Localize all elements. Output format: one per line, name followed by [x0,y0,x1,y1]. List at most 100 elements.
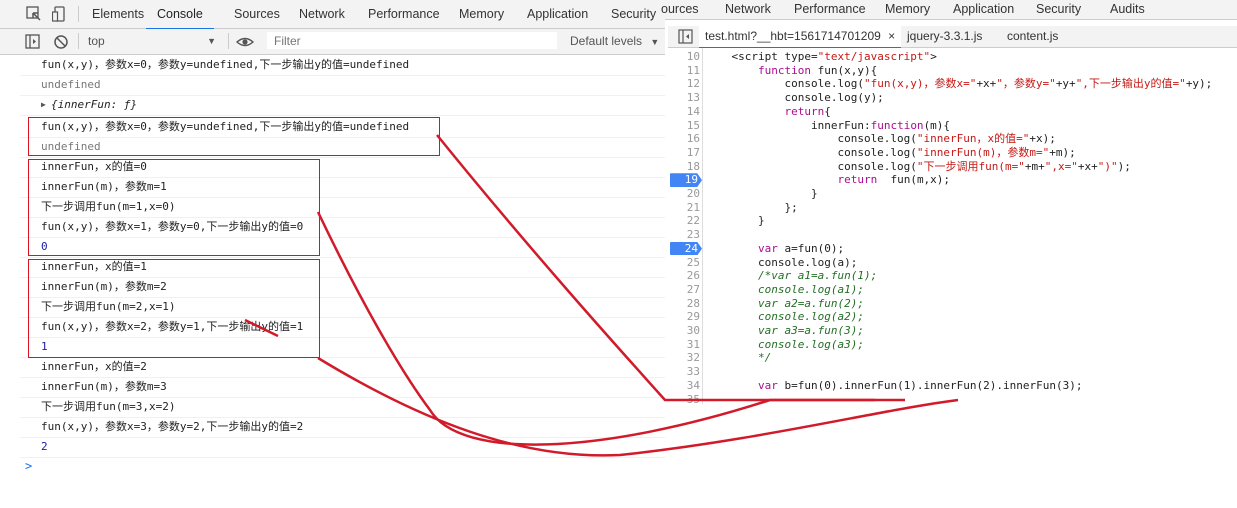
code-line: function fun(x,y){ [757,63,878,77]
code-line: console.log("fun(x,y)，参数x="+x+"，参数y="+y+… [705,77,1213,91]
tab-network[interactable]: Network [299,0,345,28]
code-line: /*var a1=a.fun(1); [705,269,878,283]
tab-audits[interactable]: Audits [1110,0,1145,19]
line-number[interactable]: 21 [670,201,700,215]
annotation-box [28,259,320,358]
code-line: return{ [784,104,831,118]
console-object-line[interactable]: ▶ {innerFun: ƒ} [20,95,665,116]
annotation-box [28,117,440,156]
line-number[interactable]: 25 [670,256,700,270]
line-number[interactable]: 32 [670,351,700,365]
divider [228,33,229,49]
code-line: var a2=a.fun(2); [705,296,864,310]
devtools-tabbar-right: ources Network Performance Memory Applic… [661,0,1237,20]
inspect-element-icon[interactable] [26,6,42,22]
devtools-tabbar: Elements Console Sources Network Perform… [0,0,665,30]
divider [78,6,79,22]
line-number[interactable]: 10 [670,50,700,64]
code-line: }; [705,200,798,214]
code-line: console.log(y); [705,91,884,105]
line-number[interactable]: 31 [670,338,700,352]
line-number[interactable]: 12 [670,77,700,91]
tab-application[interactable]: Application [527,0,588,28]
file-tab-jquery[interactable]: jquery-3.3.1.js [907,26,982,47]
tab-sources-partial[interactable]: ources [661,0,699,19]
line-number[interactable]: 17 [670,146,700,160]
tab-elements[interactable]: Elements [92,0,144,28]
console-prompt[interactable]: > [25,457,32,475]
device-toolbar-icon[interactable] [51,6,68,22]
line-number[interactable]: 28 [670,297,700,311]
context-label: top [88,34,105,48]
code-line: } [705,214,765,228]
console-line: innerFun，x的值=2 [20,357,665,378]
tab-memory[interactable]: Memory [459,0,504,28]
chevron-down-icon: ▼ [650,37,660,47]
context-selector[interactable]: top ▼ [88,29,224,54]
console-filter-input[interactable] [267,32,557,49]
log-levels-label: Default levels [570,34,643,48]
code-line: console.log(a3); [705,337,864,351]
line-number[interactable]: 23 [670,228,700,242]
console-line: undefined [20,75,665,96]
line-number[interactable]: 27 [670,283,700,297]
line-number[interactable]: 11 [670,64,700,78]
breakpoint-line-number[interactable]: 19 [670,173,702,187]
navigator-toggle-icon[interactable] [678,29,694,45]
annotation-box [28,159,320,256]
code-line: console.log(a); [705,255,858,269]
file-tab-label: test.html?__hbt=1561714701209 [705,29,881,43]
code-line: <script type="text/javascript"> [705,50,937,63]
prompt-chevron-icon: > [25,459,33,473]
sources-file-tabs: test.html?__hbt=1561714701209 × jquery-3… [668,26,1237,48]
line-number[interactable]: 16 [670,132,700,146]
line-number[interactable]: 33 [670,365,700,379]
code-line: */ [705,351,772,365]
log-levels-dropdown[interactable]: Default levels ▼ [570,29,659,54]
line-number[interactable]: 15 [670,119,700,133]
tab-sources[interactable]: Sources [234,0,280,28]
console-line: fun(x,y)，参数x=3，参数y=2,下一步输出y的值=2 [20,417,665,438]
line-number[interactable]: 22 [670,214,700,228]
code-line: console.log("innerFun，x的值="+x); [705,132,1056,146]
line-number[interactable]: 14 [670,105,700,119]
tab-performance[interactable]: Performance [794,0,866,19]
expand-triangle-icon[interactable]: ▶ [41,95,46,115]
tab-network[interactable]: Network [725,0,771,19]
console-line: fun(x,y)，参数x=0，参数y=undefined,下一步输出y的值=un… [20,55,665,76]
code-line: console.log("innerFun(m)，参数m="+m); [705,145,1076,159]
line-number[interactable]: 18 [670,160,700,174]
close-icon[interactable]: × [888,29,895,43]
tab-application[interactable]: Application [953,0,1014,19]
code-line: var b=fun(0).innerFun(1).innerFun(2).inn… [757,378,1083,392]
tab-memory[interactable]: Memory [885,0,930,19]
line-number[interactable]: 35 [670,393,700,407]
code-line: var a=fun(0); [757,241,845,255]
tab-console[interactable]: Console [146,0,214,30]
sidebar-toggle-icon[interactable] [25,34,41,50]
file-tab-content-js[interactable]: content.js [1007,26,1058,47]
divider [78,33,79,49]
clear-console-icon[interactable] [53,34,69,50]
console-toolbar: top ▼ Default levels ▼ [0,29,665,55]
code-line: var a3=a.fun(3); [705,324,864,337]
line-number[interactable]: 30 [670,324,700,338]
line-number[interactable]: 20 [670,187,700,201]
console-line: 2 [20,437,665,458]
line-number[interactable]: 34 [670,379,700,393]
chevron-down-icon: ▼ [207,36,216,46]
line-number[interactable]: 29 [670,310,700,324]
tab-performance[interactable]: Performance [368,0,440,28]
tab-security[interactable]: Security [611,0,656,28]
file-tab-test-html[interactable]: test.html?__hbt=1561714701209 × [699,26,902,48]
object-preview[interactable]: {innerFun: ƒ} [51,98,137,111]
gutter-divider [702,48,703,404]
console-line: 下一步调用fun(m=3,x=2) [20,397,665,418]
code-line: console.log(a2); [705,310,864,324]
breakpoint-line-number[interactable]: 24 [670,241,702,256]
tab-security[interactable]: Security [1036,0,1081,19]
line-number[interactable]: 13 [670,91,700,105]
eye-icon[interactable] [235,34,255,50]
line-number[interactable]: 26 [670,269,700,283]
code-line: } [705,187,818,200]
